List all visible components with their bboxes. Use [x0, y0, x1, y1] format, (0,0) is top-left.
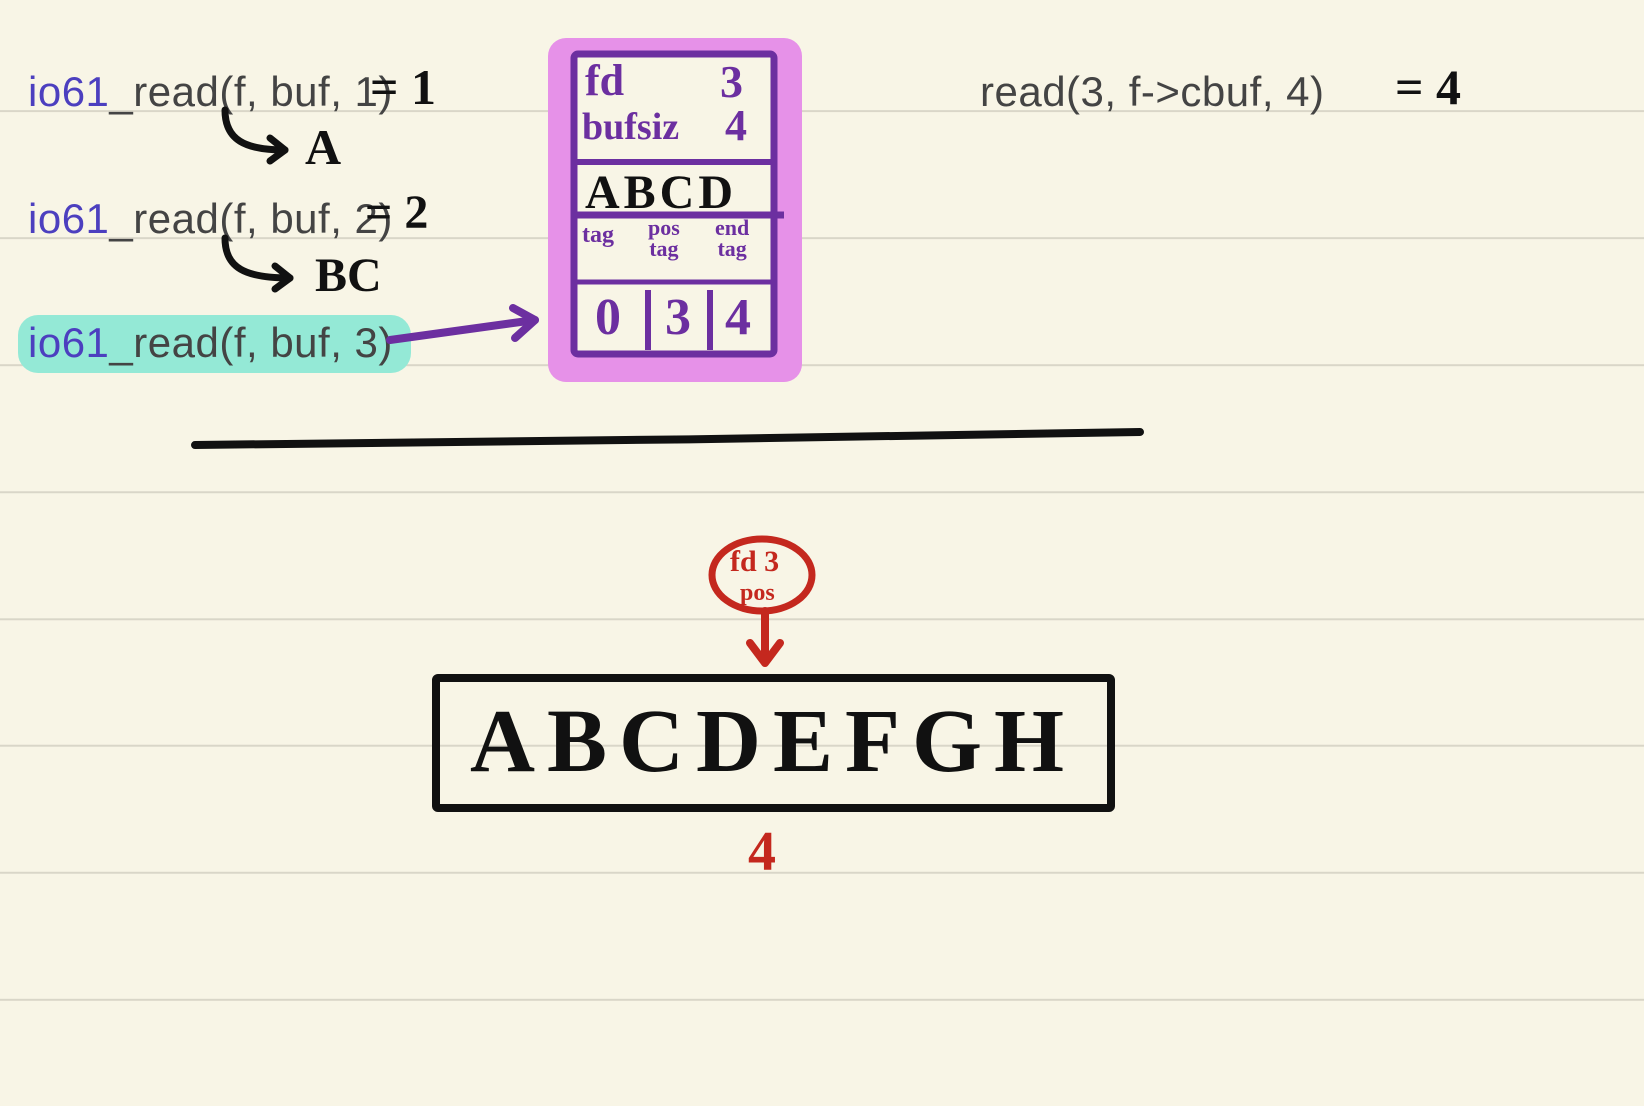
call-1-output: A [305, 118, 341, 176]
arrow-call-2-output [215, 233, 315, 293]
call-1-result: = 1 [370, 58, 436, 116]
struct-val-postag: 3 [665, 288, 691, 347]
call-3-fn: io61 [28, 319, 109, 366]
struct-bufsiz-key: bufsiz [582, 105, 679, 149]
separator-line [190, 420, 1150, 460]
call-2-code: io61_read(f, buf, 2) [28, 195, 393, 243]
struct-val-endtag: 4 [725, 288, 751, 347]
struct-hdr-tag: tag [582, 222, 614, 249]
struct-bufsiz-val: 4 [725, 100, 747, 151]
call-3-code: io61_read(f, buf, 3) [18, 315, 411, 373]
syscall-label: read(3, f->cbuf, 4) [980, 68, 1325, 115]
struct-val-tag: 0 [595, 288, 621, 347]
call-1-code: io61_read(f, buf, 1) [28, 68, 393, 116]
syscall-result: = 4 [1395, 58, 1461, 116]
fd3-badge-label2: pos [740, 580, 775, 607]
fd3-badge-label: fd 3 [730, 545, 779, 579]
syscall-code: read(3, f->cbuf, 4) [980, 68, 1325, 116]
call-2-output: BC [315, 248, 382, 303]
call-3-label: _read(f, buf, 3) [109, 319, 392, 366]
arrow-call-1-output [215, 105, 305, 165]
struct-buf-content: ABCD [585, 165, 737, 220]
call-2-result: = 2 [365, 185, 428, 240]
call-2-fn: io61 [28, 195, 109, 242]
file-content: ABCDEFGH [470, 690, 1076, 793]
call-1-fn: io61 [28, 68, 109, 115]
arrow-call-3-to-struct [385, 300, 555, 360]
struct-fd-key: fd [585, 55, 624, 106]
file-pointer-value: 4 [748, 820, 776, 884]
